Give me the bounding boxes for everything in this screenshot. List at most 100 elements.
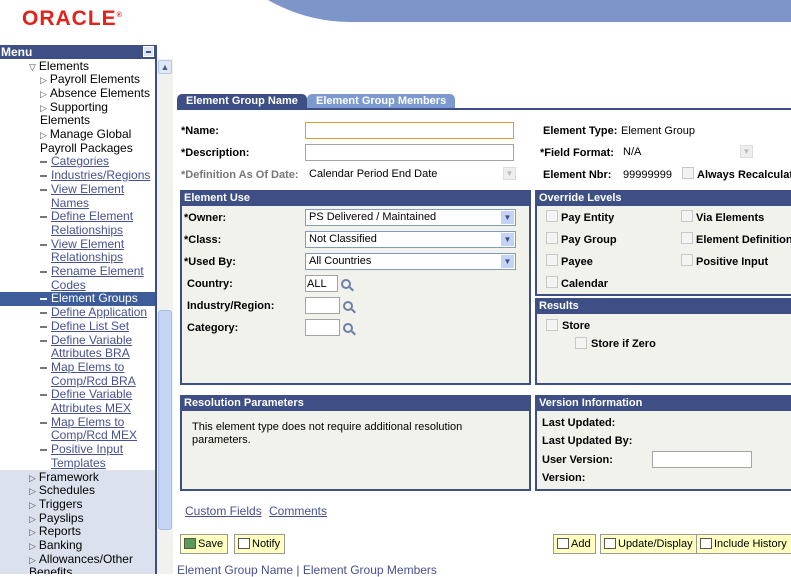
- sidebar-item[interactable]: Industries/Regions: [0, 168, 155, 183]
- add-button[interactable]: Add: [553, 534, 596, 554]
- description-input[interactable]: [305, 144, 514, 161]
- sidebar-link[interactable]: Define Element: [51, 209, 133, 223]
- resolution-text: This element type does not require addit…: [192, 421, 463, 446]
- menu-collapse-button[interactable]: [143, 46, 154, 57]
- sidebar-link[interactable]: Map Elems to: [51, 415, 124, 429]
- name-input[interactable]: [305, 122, 514, 139]
- last-updated-label: Last Updated:: [542, 417, 616, 429]
- used-by-select[interactable]: All Countries ▼: [305, 253, 516, 270]
- class-select[interactable]: Not Classified ▼: [305, 231, 516, 248]
- scroll-thumb[interactable]: [158, 310, 172, 530]
- override-checkbox[interactable]: [681, 232, 693, 244]
- sidebar-item-label: Benefits: [29, 565, 73, 574]
- sidebar-item[interactable]: Map Elems to Comp/Rcd BRA: [0, 360, 155, 388]
- sidebar-item[interactable]: Benefits: [29, 566, 72, 574]
- owner-value: PS Delivered / Maintained: [309, 211, 437, 223]
- category-input[interactable]: [305, 319, 340, 336]
- menu-title: Menu: [1, 45, 33, 59]
- footer-link-element-group-members[interactable]: Element Group Members: [303, 563, 437, 577]
- sidebar-link[interactable]: Define List Set: [51, 319, 129, 333]
- override-checkbox[interactable]: [546, 254, 558, 266]
- sidebar-link[interactable]: Rename Element: [51, 264, 144, 278]
- owner-label: *Owner:: [184, 212, 227, 224]
- triangle-right-icon: ▷: [29, 513, 36, 524]
- sidebar-link-2[interactable]: Attributes BRA: [51, 346, 130, 360]
- sidebar-item[interactable]: ▷ Manage Global Payroll Packages: [40, 127, 133, 154]
- always-recalculate-checkbox[interactable]: [682, 167, 694, 179]
- sidebar-link[interactable]: Industries/Regions: [51, 168, 150, 182]
- override-label: Pay Group: [561, 234, 617, 246]
- sidebar-item[interactable]: View Element Relationships: [0, 237, 155, 265]
- owner-select[interactable]: PS Delivered / Maintained ▼: [305, 209, 516, 226]
- override-checkbox[interactable]: [546, 276, 558, 288]
- scroll-up-button[interactable]: ▲: [158, 60, 172, 74]
- sidebar-link-2[interactable]: Relationships: [51, 223, 123, 237]
- name-label: *Name:: [181, 125, 219, 137]
- sidebar-item[interactable]: ▷ Supporting Elements: [40, 100, 108, 127]
- override-checkbox[interactable]: [546, 210, 558, 222]
- sidebar-link[interactable]: Categories: [51, 154, 109, 169]
- sidebar-link-2[interactable]: Names: [51, 196, 89, 210]
- notify-button[interactable]: Notify: [234, 534, 286, 554]
- sidebar-link[interactable]: Positive Input: [51, 442, 123, 456]
- include-history-button[interactable]: Include History: [696, 534, 791, 554]
- override-checkbox[interactable]: [681, 210, 693, 222]
- save-button[interactable]: Save: [180, 534, 229, 554]
- sidebar-item[interactable]: Categories: [0, 155, 155, 169]
- sidebar-link[interactable]: View Element: [51, 237, 124, 251]
- sidebar-link-2[interactable]: Comp/Rcd MEX: [51, 428, 137, 443]
- lookup-icon[interactable]: [341, 279, 351, 289]
- sidebar-item[interactable]: Positive Input Templates: [0, 442, 155, 470]
- sidebar-item[interactable]: Element Groups: [0, 292, 155, 306]
- sidebar-item-label: Absence Elements: [49, 85, 150, 100]
- sidebar-link-2[interactable]: Comp/Rcd BRA: [51, 374, 136, 388]
- sidebar-link-2[interactable]: Attributes MEX: [51, 401, 131, 415]
- dash-icon: [40, 271, 47, 273]
- chevron-down-icon: ▼: [501, 211, 514, 224]
- sidebar-item[interactable]: Define Element Relationships: [0, 209, 155, 237]
- sidebar-link[interactable]: Element Groups: [51, 291, 138, 306]
- override-checkbox[interactable]: [681, 254, 693, 266]
- user-version-input[interactable]: [652, 451, 752, 468]
- update-display-button[interactable]: Update/Display: [600, 534, 698, 554]
- sidebar-link-2[interactable]: Templates: [51, 456, 106, 470]
- sidebar-link[interactable]: Define Variable: [51, 333, 132, 347]
- country-input[interactable]: [305, 275, 338, 292]
- comments-link[interactable]: Comments: [269, 504, 327, 518]
- sidebar-link[interactable]: Define Variable: [51, 387, 132, 401]
- sidebar-item[interactable]: Rename Element Codes: [0, 264, 155, 292]
- update-display-label: Update/Display: [618, 538, 693, 550]
- class-value: Not Classified: [309, 233, 377, 245]
- def-date-dropdown-icon: ▼: [503, 167, 516, 180]
- store-checkbox[interactable]: [546, 319, 558, 331]
- dash-icon: [40, 243, 47, 246]
- sidebar-item[interactable]: Define Variable Attributes MEX: [0, 387, 155, 415]
- sidebar-item[interactable]: Define List Set: [0, 319, 155, 334]
- sidebar-item[interactable]: Map Elems to Comp/Rcd MEX: [0, 415, 155, 443]
- add-icon: [557, 538, 569, 549]
- tab-element-group-members[interactable]: Element Group Members: [307, 94, 456, 109]
- dash-icon: [40, 161, 47, 164]
- sidebar-link[interactable]: Map Elems to: [51, 360, 124, 374]
- lookup-icon[interactable]: [343, 301, 353, 311]
- sidebar-item[interactable]: Define Application: [0, 305, 155, 320]
- industry-region-label: Industry/Region:: [187, 300, 275, 312]
- sidebar-item[interactable]: Define Variable Attributes BRA: [0, 333, 155, 361]
- sidebar-link-2[interactable]: Codes: [51, 278, 86, 292]
- element-type-value: Element Group: [621, 125, 695, 137]
- lookup-icon[interactable]: [343, 323, 353, 333]
- sidebar-link[interactable]: Define Application: [51, 305, 147, 319]
- sidebar-item-label: Triggers: [38, 496, 83, 511]
- footer-link-element-group-name[interactable]: Element Group Name: [177, 563, 293, 577]
- store-if-zero-checkbox[interactable]: [575, 337, 587, 349]
- sidebar-link-2[interactable]: Relationships: [51, 250, 123, 264]
- sidebar-item[interactable]: View Element Names: [0, 182, 155, 210]
- tab-element-group-name[interactable]: Element Group Name: [177, 94, 307, 109]
- sidebar-link[interactable]: View Element: [51, 182, 124, 196]
- industry-region-input[interactable]: [305, 297, 340, 314]
- triangle-right-icon: ▷: [29, 486, 36, 497]
- sidebar-item-label: Reports: [38, 524, 81, 539]
- override-checkbox[interactable]: [546, 232, 558, 244]
- custom-fields-link[interactable]: Custom Fields: [185, 504, 262, 518]
- def-date-value: Calendar Period End Date: [309, 168, 438, 180]
